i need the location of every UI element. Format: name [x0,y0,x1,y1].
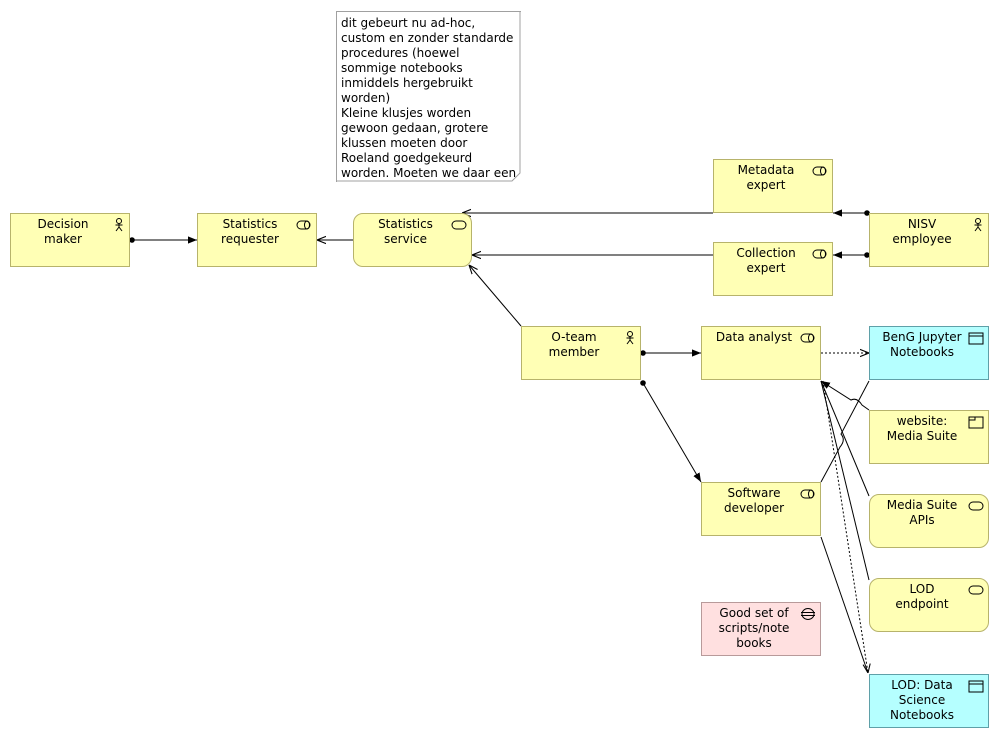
application-component-icon [968,680,984,693]
element-label: Statistics requester [221,217,279,246]
element-label: Good set of scripts/note books [718,606,790,650]
element-statistics-requester[interactable]: Statistics requester [197,213,317,267]
role-icon [296,220,311,230]
element-label: Media Suite APIs [886,498,958,527]
application-component-icon [968,332,984,345]
role-icon [812,249,827,259]
service-icon [968,585,984,595]
element-label: Metadata expert [737,163,795,192]
actor-icon [974,218,982,232]
actor-icon [626,331,634,345]
element-label: website: Media Suite [886,414,958,443]
element-label: LOD: Data Science Notebooks [890,678,954,722]
element-label: Software developer [723,486,785,515]
serving-oteam-to-service[interactable] [469,265,522,327]
service-icon [451,220,467,230]
element-website-media-suite[interactable]: website: Media Suite [869,410,989,464]
element-metadata-expert[interactable]: Metadata expert [713,159,833,213]
goal-icon [801,608,815,620]
element-label: Data analyst [715,330,793,344]
assignment-oteam-to-software-developer[interactable] [640,380,702,483]
element-data-analyst[interactable]: Data analyst [701,326,821,380]
realization-developer-to-lod-notebooks[interactable] [820,536,869,674]
element-beng-jupyter-notebooks[interactable]: BenG Jupyter Notebooks [869,326,989,380]
element-lod-data-science-notebooks[interactable]: LOD: Data Science Notebooks [869,674,989,728]
element-media-suite-apis[interactable]: Media Suite APIs [869,494,989,548]
business-object-icon [968,416,984,429]
role-icon [812,166,827,176]
element-label: Collection expert [736,246,796,275]
element-label: BenG Jupyter Notebooks [882,330,962,359]
element-oteam-member[interactable]: O-team member [521,326,641,380]
role-icon [800,333,815,343]
note-border [337,12,521,182]
element-good-set-of-scripts[interactable]: Good set of scripts/note books [701,602,821,656]
annotation-note[interactable]: dit gebeurt nu ad-hoc, custom en zonder … [336,11,521,182]
serving-lod-endpoint-to-data-analyst[interactable] [820,380,870,581]
element-label: O-team member [548,330,600,359]
element-software-developer[interactable]: Software developer [701,482,821,536]
element-lod-endpoint[interactable]: LOD endpoint [869,578,989,632]
element-label: Decision maker [37,217,89,246]
element-label: LOD endpoint [895,582,949,611]
actor-icon [115,218,123,232]
element-statistics-service[interactable]: Statistics service [353,213,472,267]
role-icon [800,489,815,499]
service-icon [968,501,984,511]
element-decision-maker[interactable]: Decision maker [10,213,130,267]
element-collection-expert[interactable]: Collection expert [713,242,833,296]
element-label: NISV employee [892,217,952,246]
element-label: Statistics service [378,217,433,246]
element-nisv-employee[interactable]: NISV employee [869,213,989,267]
